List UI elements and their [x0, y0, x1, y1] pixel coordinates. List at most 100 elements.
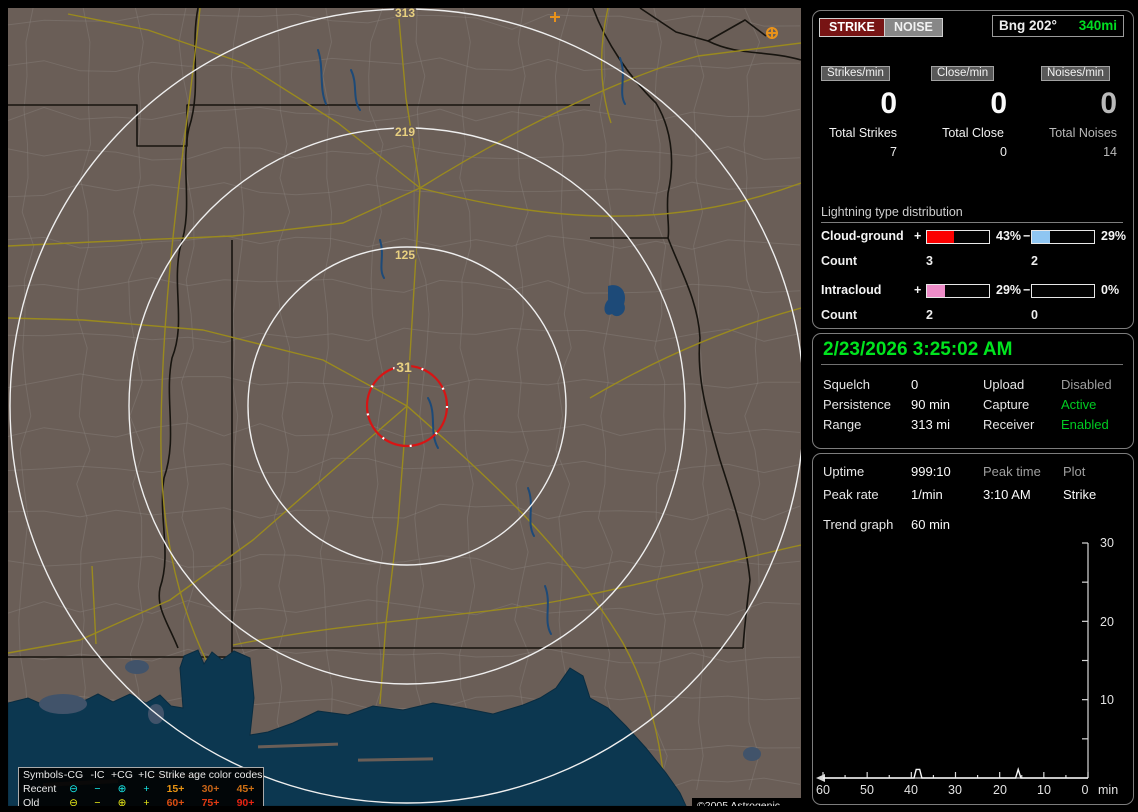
legend-nic-header: -IC	[90, 769, 105, 781]
state-borders	[8, 8, 801, 658]
cg-positive-count: 3	[926, 254, 933, 268]
setting-label: Range	[823, 417, 862, 432]
x-tick-0: 0	[1082, 783, 1089, 797]
ring-label-313: 313	[395, 8, 415, 20]
close-per-min-chip: Close/min	[931, 66, 995, 81]
total-noises-label: Total Noises	[1048, 126, 1118, 140]
map-canvas: 313 219 125 31	[8, 8, 801, 806]
x-tick-30: 30	[948, 783, 962, 797]
distribution-title: Lightning type distribution	[821, 205, 1123, 223]
total-strikes-label: Total Strikes	[828, 126, 898, 140]
setting-value: 313 mi	[911, 417, 951, 432]
ic-negative-count: 0	[1031, 308, 1038, 322]
strikes-counter: Strikes/min 0 Total Strikes 7	[821, 63, 905, 159]
legend-ncg-header: -CG	[63, 769, 84, 781]
plus-sign: +	[914, 229, 922, 243]
setting-value: 90 min	[911, 397, 951, 412]
legend-age-code: 60+	[166, 797, 185, 806]
x-tick-60: 60	[816, 783, 830, 797]
strike-counter-panel: STRIKE NOISE Bng 202° 340mi Strikes/min …	[812, 10, 1134, 329]
total-noises-value: 14	[1103, 145, 1117, 159]
legend-pcg-header: +CG	[111, 769, 133, 781]
noises-per-min-chip: Noises/min	[1041, 66, 1110, 81]
setting-value: Disabled	[1061, 377, 1112, 392]
y-tick-20: 20	[1100, 615, 1114, 629]
legend-age-code: 75+	[201, 797, 220, 806]
cg-positive-pct: 43%	[996, 229, 1022, 243]
strikes-per-min-value: 0	[880, 87, 897, 120]
legend-age-code: 30+	[201, 783, 220, 795]
legend-symbol-icon: ⊕	[117, 783, 127, 795]
minus-sign: −	[1023, 283, 1031, 297]
ic-negative-bar	[1031, 284, 1095, 298]
cg-negative-count: 2	[1031, 254, 1038, 268]
close-per-min-value: 0	[990, 87, 1007, 120]
divider	[821, 364, 1123, 365]
intracloud-label: Intracloud	[821, 283, 882, 297]
legend-symbol-icon: ⊖	[69, 783, 78, 795]
cg-positive-bar	[926, 230, 990, 244]
cloud-ground-label: Cloud-ground	[821, 229, 904, 243]
rivers-lakes	[317, 49, 626, 635]
setting-label: Upload	[983, 377, 1025, 392]
total-strikes-value: 7	[890, 145, 897, 159]
plus-sign: +	[914, 283, 922, 297]
x-tick-20: 20	[993, 783, 1007, 797]
noise-toggle-button[interactable]: NOISE	[884, 18, 943, 37]
map-legend: Symbols -CG -IC +CG +IC Strike age color…	[18, 767, 264, 806]
bearing-readout: Bng 202° 340mi	[992, 15, 1124, 37]
ic-positive-count: 2	[926, 308, 933, 322]
legend-symbol-icon: +	[143, 797, 150, 806]
minus-sign: −	[1023, 229, 1031, 243]
legend-age-code: 90+	[236, 797, 255, 806]
legend-symbol-icon: ⊕	[117, 797, 127, 806]
strike-toggle-button[interactable]: STRIKE	[819, 18, 885, 37]
total-close-value: 0	[1000, 145, 1007, 159]
legend-symbols-header: Symbols	[23, 769, 64, 781]
legend-age-code: 15+	[166, 783, 185, 795]
status-panel: 2/23/2026 3:25:02 AM Squelch 0 Upload Disab…	[812, 333, 1134, 449]
ic-negative-pct: 0%	[1101, 283, 1120, 297]
bearing-value: Bng 202°	[999, 18, 1057, 33]
x-tick-40: 40	[904, 783, 918, 797]
cg-negative-bar	[1031, 230, 1095, 244]
trend-graph: 30 20 10 60 50 40 30 20 10 0 min	[816, 536, 1118, 797]
x-tick-50: 50	[860, 783, 874, 797]
legend-symbol-icon: −	[94, 797, 101, 806]
setting-value: 0	[911, 377, 919, 392]
legend-symbol-icon: ⊖	[69, 797, 78, 806]
setting-value: Enabled	[1061, 417, 1109, 432]
setting-label: Capture	[983, 397, 1030, 412]
cloud-ground-strike-icon	[766, 27, 778, 39]
setting-value: Active	[1061, 397, 1097, 412]
ic-positive-bar	[926, 284, 990, 298]
datetime-display: 2/23/2026 3:25:02 AM	[823, 339, 1013, 360]
legend-recent-row: Recent ⊖ − ⊕ +15+ 30+ 45+	[19, 782, 263, 796]
y-tick-30: 30	[1100, 536, 1114, 550]
cg-negative-pct: 29%	[1101, 229, 1127, 243]
ring-label-125: 125	[395, 248, 415, 262]
bearing-distance: 340mi	[1078, 18, 1117, 33]
legend-symbol-icon: +	[143, 783, 150, 795]
strikes-per-min-chip: Strikes/min	[821, 66, 890, 81]
total-close-label: Total Close	[942, 126, 1004, 140]
cg-count-label: Count	[821, 254, 858, 268]
trend-panel: Uptime 999:10 Peak time Plot Peak rate 1…	[812, 453, 1134, 805]
legend-age-header: Strike age color codes	[158, 769, 263, 781]
legend-symbol-icon: −	[94, 783, 101, 795]
legend-header-row: Symbols -CG -IC +CG +IC Strike age color…	[19, 768, 263, 782]
setting-label: Receiver	[983, 417, 1035, 432]
ring-label-219: 219	[395, 125, 415, 139]
y-axis-ticks	[1082, 542, 1088, 740]
noises-counter: Noises/min 0 Total Noises 14	[1041, 63, 1125, 159]
legend-pic-header: +IC	[138, 769, 155, 781]
noises-per-min-value: 0	[1100, 87, 1117, 120]
x-axis-ticks	[822, 772, 1089, 778]
setting-label: Squelch	[823, 377, 870, 392]
lightning-map[interactable]: 313 219 125 31 Symbols -CG -IC +CG +IC S…	[8, 8, 801, 806]
legend-old-row: Old ⊖ − ⊕ +60+ 75+ 90+	[19, 796, 263, 806]
intracloud-strike-icon	[550, 12, 560, 22]
ic-positive-pct: 29%	[996, 283, 1022, 297]
ic-count-label: Count	[821, 308, 858, 322]
legend-age-code: 45+	[236, 783, 255, 795]
